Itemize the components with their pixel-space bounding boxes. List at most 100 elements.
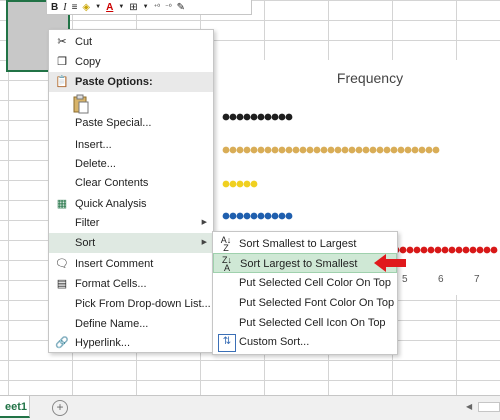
chart-dot-gold	[243, 146, 251, 154]
chart-dot-black	[243, 113, 251, 121]
paste-options-header: 📋 Paste Options:	[49, 72, 213, 92]
chart-dot-gold	[397, 146, 405, 154]
axis-tick-5: 5	[402, 274, 408, 285]
chart-dot-gold	[271, 146, 279, 154]
sheet-tab-bar: eet1 + ◀	[0, 395, 500, 420]
menu-item-copy[interactable]: ❐ Copy	[49, 52, 213, 72]
clipboard-icon: 📋	[55, 76, 69, 88]
chevron-right-icon: ▶	[201, 219, 207, 226]
chart-dot-gold	[278, 146, 286, 154]
chart-dot-gold	[425, 146, 433, 154]
menu-item-label: Clear Contents	[75, 177, 149, 189]
chart-dot-black	[229, 113, 237, 121]
mini-toolbar: B I ≡ ◈ ▼ A ▼ ⊞ ▼ ⁺⁰ ⁻⁰ ✎	[46, 0, 252, 15]
menu-item-cut[interactable]: ✂ Cut	[49, 32, 213, 52]
chart-dot-yellow	[222, 180, 230, 188]
chart-dot-red	[483, 246, 491, 254]
chart-dot-yellow	[229, 180, 237, 188]
menu-item-clear-contents[interactable]: Clear Contents	[49, 173, 213, 193]
chart-dot-black	[285, 113, 293, 121]
menu-item-pick-from-dropdown[interactable]: Pick From Drop-down List...	[49, 294, 213, 314]
menu-item-label: Copy	[75, 56, 101, 68]
put-font-color-on-top[interactable]: Put Selected Font Color On Top	[213, 293, 397, 313]
menu-item-format-cells[interactable]: ▤ Format Cells...	[49, 274, 213, 294]
submenu-item-label: Custom Sort...	[239, 336, 310, 348]
chart-dot-blue	[257, 212, 265, 220]
chart-dot-blue	[236, 212, 244, 220]
chart-dot-red	[476, 246, 484, 254]
submenu-item-label: Put Selected Font Color On Top	[239, 297, 395, 309]
chart-dot-gold	[355, 146, 363, 154]
menu-item-filter[interactable]: Filter ▶	[49, 213, 213, 233]
increase-decimal-icon[interactable]: ⁺⁰	[154, 3, 161, 11]
chart-dot-black	[250, 113, 258, 121]
chart-dot-yellow	[243, 180, 251, 188]
sheet-tab-active[interactable]: eet1	[0, 396, 30, 418]
horizontal-scrollbar[interactable]	[478, 402, 500, 412]
chart-dot-yellow	[250, 180, 258, 188]
submenu-item-label: Put Selected Cell Icon On Top	[239, 317, 386, 329]
menu-item-label: Paste Special...	[75, 117, 152, 129]
submenu-item-label: Sort Largest to Smallest	[240, 258, 358, 270]
chevron-down-icon[interactable]: ▼	[143, 4, 149, 10]
chart-dot-red	[490, 246, 498, 254]
chart-dot-red	[406, 246, 414, 254]
chart-dot-gold	[383, 146, 391, 154]
scroll-left-icon[interactable]: ◀	[466, 402, 474, 412]
chart-dot-blue	[278, 212, 286, 220]
align-icon[interactable]: ≡	[72, 2, 78, 13]
sort-ascending-icon: A↓ Z	[220, 235, 232, 253]
chart-dot-gold	[285, 146, 293, 154]
italic-button[interactable]: I	[63, 2, 66, 13]
menu-item-paste-special[interactable]: Paste Special...	[49, 113, 213, 133]
paste-button[interactable]	[73, 94, 89, 114]
chart-dot-red	[441, 246, 449, 254]
chart-dot-black	[264, 113, 272, 121]
axis-tick-6: 6	[438, 274, 444, 285]
menu-item-quick-analysis[interactable]: ▦ Quick Analysis	[49, 194, 213, 214]
add-sheet-button[interactable]: +	[52, 400, 68, 416]
chart-dot-red	[469, 246, 477, 254]
menu-item-insert-comment[interactable]: 🗨 Insert Comment	[49, 254, 213, 274]
menu-item-sort[interactable]: Sort ▶	[49, 233, 213, 253]
chart-dot-gold	[362, 146, 370, 154]
menu-header-label: Paste Options:	[75, 76, 153, 88]
chart-dot-blue	[222, 212, 230, 220]
chart-dot-gold	[348, 146, 356, 154]
chart-dot-black	[271, 113, 279, 121]
menu-item-label: Cut	[75, 36, 93, 48]
chart-dot-gold	[320, 146, 328, 154]
menu-item-define-name[interactable]: Define Name...	[49, 314, 213, 334]
borders-icon[interactable]: ⊞	[129, 2, 137, 13]
chart-dot-gold	[257, 146, 265, 154]
chart-dot-red	[399, 246, 407, 254]
bold-button[interactable]: B	[51, 2, 58, 13]
decrease-decimal-icon[interactable]: ⁻⁰	[165, 3, 172, 11]
chevron-down-icon[interactable]: ▼	[118, 4, 124, 10]
chart-dot-red	[462, 246, 470, 254]
put-cell-icon-on-top[interactable]: Put Selected Cell Icon On Top	[213, 313, 397, 333]
sort-largest-to-smallest[interactable]: Z↓ A Sort Largest to Smallest	[213, 253, 397, 273]
menu-item-hyperlink[interactable]: 🔗 Hyperlink...	[49, 333, 213, 353]
chart-dot-black	[278, 113, 286, 121]
chart-dot-gold	[418, 146, 426, 154]
chevron-down-icon[interactable]: ▼	[95, 4, 101, 10]
format-cells-icon: ▤	[56, 278, 68, 290]
chart-dot-yellow	[236, 180, 244, 188]
chart-dot-gold	[299, 146, 307, 154]
chart-dot-blue	[271, 212, 279, 220]
chevron-right-icon: ▶	[201, 239, 207, 246]
menu-item-insert[interactable]: Insert...	[49, 135, 213, 155]
chart-dot-gold	[306, 146, 314, 154]
font-color-icon[interactable]: A	[106, 2, 113, 13]
menu-item-label: Hyperlink...	[75, 337, 131, 349]
menu-item-label: Filter	[75, 217, 100, 229]
format-painter-icon[interactable]: ✎	[177, 2, 185, 13]
put-cell-color-on-top[interactable]: Put Selected Cell Color On Top	[213, 273, 397, 293]
chart-dot-blue	[229, 212, 237, 220]
menu-item-delete[interactable]: Delete...	[49, 154, 213, 174]
sort-smallest-to-largest[interactable]: A↓ Z Sort Smallest to Largest	[213, 234, 397, 254]
fill-color-icon[interactable]: ◈	[82, 2, 90, 13]
custom-sort[interactable]: ⇅ Custom Sort...	[213, 332, 397, 352]
chart-dot-gold	[292, 146, 300, 154]
